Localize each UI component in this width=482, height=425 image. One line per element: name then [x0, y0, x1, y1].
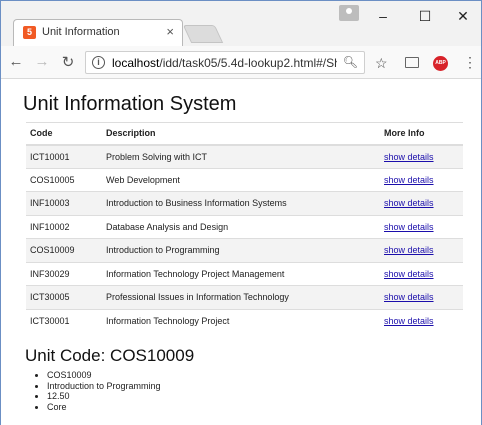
close-button[interactable]: ✕ — [453, 8, 473, 25]
unit-description: Professional Issues in Information Techn… — [102, 285, 380, 309]
table-row: ICT10001 Problem Solving with ICT show d… — [26, 144, 463, 168]
table-row: INF10002 Database Analysis and Design sh… — [26, 214, 463, 239]
page-title: Unit Information System — [23, 93, 237, 115]
unit-description: Introduction to Programming — [102, 238, 380, 262]
zoom-icon[interactable]: 🔍︎ — [343, 55, 358, 69]
unit-code: COS10009 — [26, 238, 102, 262]
table-row: COS10009 Introduction to Programming sho… — [26, 238, 463, 262]
table-header-row: Code Description More Info — [26, 122, 463, 146]
unit-code: INF30029 — [26, 261, 102, 286]
maximize-button[interactable]: ☐ — [415, 8, 435, 25]
forward-arrow-icon[interactable]: → — [33, 53, 51, 70]
reload-icon[interactable]: ↻ — [59, 53, 77, 71]
show-details-link[interactable]: show details — [384, 175, 434, 185]
column-header-description: Description — [102, 122, 380, 146]
browser-tab[interactable]: 5 Unit Information × — [13, 19, 183, 46]
minimize-button[interactable]: – — [373, 8, 393, 24]
tab-title: Unit Information — [42, 26, 120, 38]
show-details-link[interactable]: show details — [384, 245, 434, 255]
profile-icon[interactable] — [339, 5, 359, 21]
page-content: Unit Information System Code Description… — [1, 79, 481, 425]
title-bar: 5 Unit Information × – ☐ ✕ — [1, 1, 481, 46]
table-row: ICT30005 Professional Issues in Informat… — [26, 285, 463, 309]
unit-description: Information Technology Project Managemen… — [102, 261, 380, 286]
show-details-link[interactable]: show details — [384, 152, 434, 162]
browser-window: 5 Unit Information × – ☐ ✕ ← → ↻ i local… — [0, 0, 482, 425]
address-bar[interactable]: i localhost/idd/task05/5.4d-lookup2.html… — [85, 51, 365, 74]
table-row: INF30029 Information Technology Project … — [26, 261, 463, 286]
table-row: COS10005 Web Development show details — [26, 167, 463, 192]
units-table: Code Description More Info ICT10001 Prob… — [26, 122, 463, 333]
list-item: 12.50 — [47, 391, 161, 402]
back-arrow-icon[interactable]: ← — [7, 53, 25, 70]
column-header-more-info: More Info — [380, 122, 463, 146]
bookmark-star-icon[interactable]: ☆ — [375, 55, 388, 72]
info-icon[interactable]: i — [92, 56, 105, 69]
html5-icon: 5 — [23, 26, 36, 39]
unit-description: Database Analysis and Design — [102, 214, 380, 239]
adblock-plus-icon[interactable]: ABP — [433, 56, 448, 71]
tab-close-icon[interactable]: × — [166, 24, 174, 39]
url-text[interactable]: localhost/idd/task05/5.4d-lookup2.html#/… — [112, 56, 337, 70]
unit-code: COS10005 — [26, 167, 102, 192]
unit-code: ICT30001 — [26, 308, 102, 333]
menu-dots-icon[interactable]: ⋮ — [463, 54, 477, 71]
unit-description: Web Development — [102, 167, 380, 192]
new-tab-button[interactable] — [182, 25, 224, 43]
show-details-link[interactable]: show details — [384, 269, 434, 279]
list-item: COS10009 — [47, 370, 161, 381]
unit-code: INF10002 — [26, 214, 102, 239]
show-details-link[interactable]: show details — [384, 222, 434, 232]
unit-description: Problem Solving with ICT — [102, 144, 380, 168]
list-item: Introduction to Programming — [47, 381, 161, 392]
show-details-link[interactable]: show details — [384, 198, 434, 208]
show-details-link[interactable]: show details — [384, 292, 434, 302]
unit-description: Information Technology Project — [102, 308, 380, 333]
unit-detail-heading: Unit Code: COS10009 — [25, 346, 195, 365]
list-item: Core — [47, 402, 161, 413]
cast-icon[interactable] — [405, 57, 419, 68]
unit-code: INF10003 — [26, 191, 102, 215]
unit-description: Introduction to Business Information Sys… — [102, 191, 380, 215]
browser-toolbar: ← → ↻ i localhost/idd/task05/5.4d-lookup… — [1, 46, 481, 79]
unit-detail-list: COS10009 Introduction to Programming 12.… — [47, 370, 161, 412]
column-header-code: Code — [26, 122, 102, 146]
unit-code: ICT10001 — [26, 144, 102, 168]
table-row: ICT30001 Information Technology Project … — [26, 308, 463, 333]
table-row: INF10003 Introduction to Business Inform… — [26, 191, 463, 215]
show-details-link[interactable]: show details — [384, 316, 434, 326]
unit-code: ICT30005 — [26, 285, 102, 309]
